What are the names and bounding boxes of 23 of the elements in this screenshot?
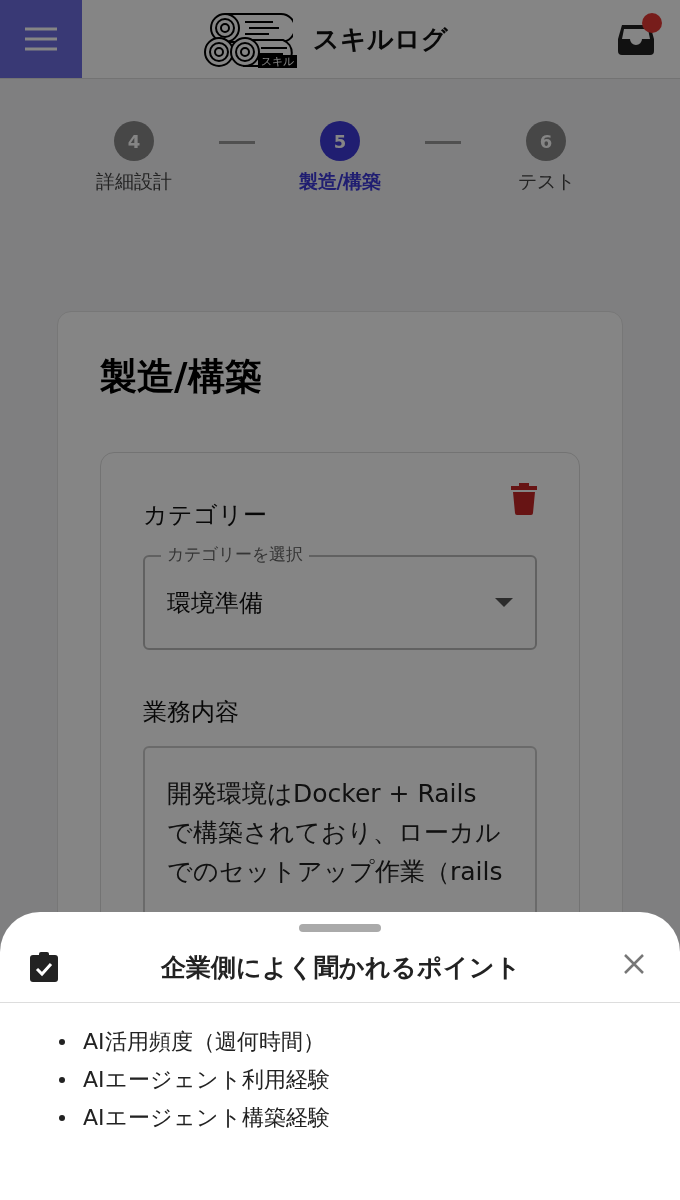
step-label[interactable]: テスト	[517, 169, 575, 195]
list-item: AIエージェント利用経験	[83, 1066, 330, 1094]
close-icon	[624, 954, 644, 974]
field-label: カテゴリー	[143, 500, 267, 531]
caret-icon	[495, 598, 513, 607]
step-number[interactable]: 5	[320, 121, 360, 161]
step-label[interactable]: 詳細設計	[96, 169, 172, 195]
section-title: 製造/構築	[100, 354, 263, 400]
logo-tag: スキル	[257, 55, 297, 68]
inbox-icon	[618, 23, 654, 55]
bullet-icon	[59, 1115, 65, 1121]
menu-button[interactable]	[0, 0, 82, 78]
menu-icon	[25, 27, 57, 51]
drag-handle[interactable]	[299, 924, 381, 932]
sheet-title: 企業側によく聞かれるポイント	[160, 951, 522, 984]
app-title: スキルログ	[312, 22, 448, 56]
trash-icon[interactable]	[511, 483, 537, 515]
bullet-icon	[59, 1077, 65, 1083]
field-label: 業務内容	[143, 697, 240, 728]
list-item: AIエージェント構築経験	[83, 1104, 330, 1132]
bullet-icon	[59, 1039, 65, 1045]
step-label[interactable]: 製造/構築	[298, 169, 382, 195]
clipboard-check-icon	[30, 952, 58, 982]
